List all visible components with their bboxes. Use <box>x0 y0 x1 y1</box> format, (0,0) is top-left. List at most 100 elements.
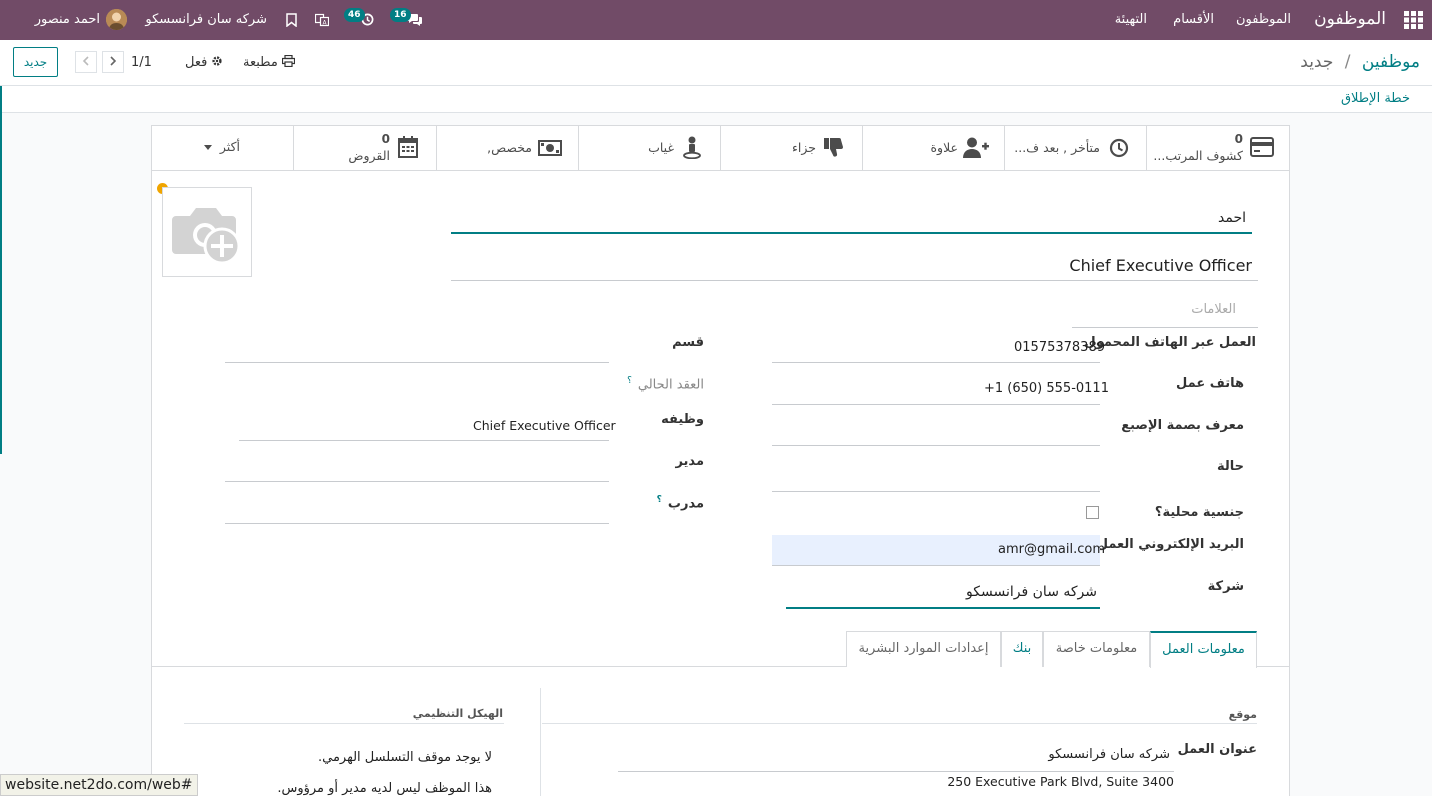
work-phone-underline <box>772 404 1100 405</box>
coach-text: مدرب <box>667 496 704 512</box>
form-tabs: معلومات العمل معلومات خاصة بنك إعدادات ا… <box>152 631 1289 668</box>
smart-buttons-row: 0 كشوف المرتب... متأخر , بعد ف... علاوة <box>152 126 1289 171</box>
user-plus-icon <box>963 137 989 158</box>
payslips-label: كشوف المرتب... <box>1153 148 1243 163</box>
smart-button-penalty[interactable]: جزاء <box>720 126 862 170</box>
org-chart-title: الهيكل التنظيمي <box>412 707 503 720</box>
top-navbar: الموظفون الموظفون الأقسام التهيئة 16 46 … <box>0 0 1432 40</box>
breadcrumb-current: جديد <box>1300 52 1334 72</box>
job-title-field[interactable]: Chief Executive Officer <box>1069 256 1252 275</box>
new-button[interactable]: جديد <box>13 47 58 77</box>
custody-label: مخصص, <box>487 140 532 155</box>
user-location-icon <box>683 136 701 159</box>
fingerprint-underline[interactable] <box>772 445 1100 446</box>
employee-image-upload[interactable] <box>162 187 252 277</box>
loans-label: القروض <box>348 148 390 163</box>
work-email-label: البريد الإلكتروني العمل <box>1096 537 1244 552</box>
mobile-underline <box>772 362 1100 363</box>
pager-next-button[interactable] <box>102 51 124 73</box>
local-nationality-label: جنسية محلية؟ <box>1154 505 1244 520</box>
pager-value[interactable]: 1/1 <box>131 55 152 70</box>
breadcrumb-parent[interactable]: موظفين <box>1362 52 1420 72</box>
job-position-underline <box>239 440 609 441</box>
status-underline[interactable] <box>772 491 1100 492</box>
chevron-right-icon <box>110 56 117 66</box>
apps-grid-icon[interactable] <box>1404 11 1423 29</box>
more-label: أكثر <box>219 139 240 154</box>
menu-configuration[interactable]: التهيئة <box>1115 12 1147 27</box>
penalty-label: جزاء <box>792 140 816 155</box>
employee-name-field[interactable]: احمد <box>1218 210 1246 226</box>
language-icon[interactable]: A <box>315 13 329 27</box>
user-avatar[interactable] <box>106 9 127 30</box>
menu-departments[interactable]: الأقسام <box>1173 12 1214 27</box>
work-address-underline <box>618 771 1174 772</box>
app-title[interactable]: الموظفون <box>1314 9 1386 29</box>
current-contract-label: العقد الحالي ؟ <box>627 376 704 392</box>
tab-bank[interactable]: بنك <box>1001 631 1043 667</box>
action-button[interactable]: فعل <box>185 55 223 70</box>
contract-help-icon[interactable]: ؟ <box>627 376 632 386</box>
org-chart-divider <box>184 723 504 724</box>
user-menu[interactable]: احمد منصور <box>35 12 100 27</box>
smart-button-payslips[interactable]: 0 كشوف المرتب... <box>1146 126 1289 170</box>
employee-form-sheet: 0 كشوف المرتب... متأخر , بعد ف... علاوة <box>151 125 1290 796</box>
left-accent-bar <box>0 86 2 454</box>
coach-label: مدرب ؟ <box>657 495 704 511</box>
local-nationality-checkbox[interactable] <box>1086 506 1099 519</box>
print-label: مطبعة <box>243 55 278 70</box>
location-section-divider <box>542 723 1257 724</box>
column-divider <box>540 688 541 796</box>
smart-button-late[interactable]: متأخر , بعد ف... <box>1004 126 1146 170</box>
breadcrumb: موظفين / جديد <box>1300 52 1420 72</box>
print-button[interactable]: مطبعة <box>243 54 296 70</box>
camera-add-icon <box>172 208 241 265</box>
print-icon <box>281 54 296 68</box>
company-underline <box>786 607 1100 609</box>
control-panel: موظفين / جديد مطبعة فعل 1/1 جديد <box>0 40 1432 86</box>
status-label: حالة <box>1216 459 1244 474</box>
bookmark-icon[interactable] <box>286 13 297 27</box>
money-icon <box>538 140 562 156</box>
smart-button-custody[interactable]: مخصص, <box>436 126 578 170</box>
work-address-field[interactable]: شركه سان فرانسسكو <box>1048 747 1170 762</box>
work-phone-field[interactable]: +1 (650) 555-0111 <box>984 381 1109 396</box>
absence-label: غياب <box>648 140 674 155</box>
current-contract-text: العقد الحالي <box>637 377 704 393</box>
thumbs-down-icon <box>824 138 843 157</box>
tab-hr-settings[interactable]: إعدادات الموارد البشرية <box>846 631 1001 667</box>
work-email-field[interactable]: amr@gmail.com <box>998 542 1105 557</box>
coach-underline[interactable] <box>225 523 609 524</box>
name-underline <box>451 232 1252 234</box>
work-address-label: عنوان العمل <box>1177 742 1257 757</box>
org-chart-no-manager: هذا الموظف ليس لديه مدير أو مرؤوس. <box>277 781 492 796</box>
manager-underline[interactable] <box>225 481 609 482</box>
menu-employees[interactable]: الموظفون <box>1236 12 1291 27</box>
tags-input[interactable]: العلامات <box>1191 302 1236 317</box>
company-switcher[interactable]: شركه سان فرانسسكو <box>145 12 267 27</box>
smart-button-allowance[interactable]: علاوة <box>862 126 1004 170</box>
job-position-label: وظيفه <box>661 412 704 427</box>
job-position-field[interactable]: Chief Executive Officer <box>473 418 616 433</box>
breadcrumb-separator: / <box>1344 52 1351 72</box>
late-label: متأخر , بعد ف... <box>1014 140 1100 155</box>
mobile-phone-field[interactable]: 01575378389 <box>1014 340 1105 355</box>
smart-button-loans[interactable]: 0 القروض <box>293 126 436 170</box>
gear-icon <box>212 56 223 66</box>
department-underline[interactable] <box>225 362 609 363</box>
tab-work-information[interactable]: معلومات العمل <box>1150 631 1257 668</box>
org-chart-no-hierarchy: لا يوجد موقف التسلسل الهرمي. <box>318 750 492 765</box>
activities-badge: 46 <box>344 8 365 22</box>
fingerprint-label: معرف بصمة الإصبع <box>1121 418 1244 433</box>
smart-button-more[interactable]: أكثر <box>152 126 293 170</box>
work-phone-label: هاتف عمل <box>1176 376 1244 391</box>
calendar-icon <box>398 136 418 158</box>
department-label: قسم <box>672 335 704 350</box>
action-label: فعل <box>185 55 208 70</box>
smart-button-absence[interactable]: غياب <box>578 126 720 170</box>
coach-help-icon[interactable]: ؟ <box>657 495 662 505</box>
launch-plan-button[interactable]: خطة الإطلاق <box>1341 91 1410 106</box>
company-field[interactable]: شركه سان فرانسسكو <box>966 584 1097 600</box>
tab-private-information[interactable]: معلومات خاصة <box>1043 631 1150 667</box>
pager-prev-button[interactable] <box>75 51 97 73</box>
